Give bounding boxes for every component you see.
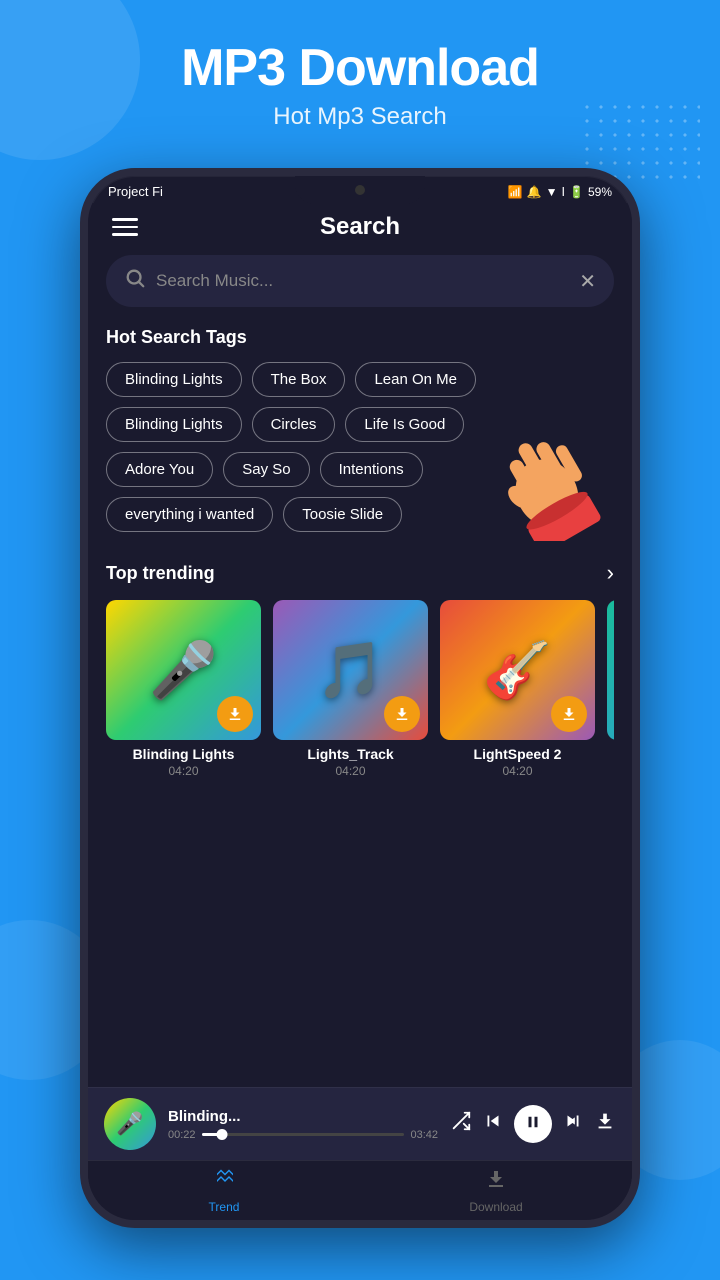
progress-dot	[216, 1129, 227, 1140]
next-button[interactable]	[562, 1110, 584, 1138]
download-label: Download	[469, 1200, 522, 1207]
now-playing-progress-row: 00:22 03:42	[168, 1129, 438, 1141]
hand-pointer	[472, 411, 602, 541]
trending-more-button[interactable]: ›	[607, 560, 614, 586]
hamburger-line-1	[112, 218, 138, 221]
card-duration-1: 04:20	[106, 764, 261, 778]
card-thumb-2: 🎵	[273, 600, 428, 740]
play-pause-button[interactable]	[514, 1105, 552, 1143]
now-playing-title: Blinding...	[168, 1108, 438, 1125]
tag-the-box[interactable]: The Box	[252, 362, 346, 397]
card-thumb-3: 🎸	[440, 600, 595, 740]
previous-button[interactable]	[482, 1110, 504, 1138]
tag-everything-i-wanted[interactable]: everything i wanted	[106, 497, 273, 532]
vibrate-icon: 🔔	[527, 185, 542, 199]
app-subtitle: Hot Mp3 Search	[30, 103, 690, 131]
search-clear-button[interactable]: ✕	[579, 269, 596, 294]
progress-bar[interactable]	[202, 1133, 405, 1136]
battery-percent: 59%	[588, 185, 612, 199]
tag-life-is-good[interactable]: Life Is Good	[345, 407, 464, 442]
card-thumb-4: 🎹	[607, 600, 614, 740]
thumb-figure-1: 🎤	[149, 638, 217, 703]
tag-blinding-lights-2[interactable]: Blinding Lights	[106, 407, 242, 442]
trending-card-3[interactable]: 🎸 LightSpeed 2 04:20	[440, 600, 595, 778]
top-bar: Search	[88, 203, 632, 255]
card-download-btn-3[interactable]	[551, 696, 587, 732]
trending-cards: 🎤 Blinding Lights 04:20 🎵	[106, 600, 614, 778]
hamburger-line-3	[112, 233, 138, 236]
card-name-3: LightSpeed 2	[440, 746, 595, 762]
trending-section: Top trending › 🎤 Blinding Lights 04	[88, 542, 632, 788]
trending-card-1[interactable]: 🎤 Blinding Lights 04:20	[106, 600, 261, 778]
now-playing-current-time: 00:22	[168, 1129, 196, 1141]
trend-label: Trend	[209, 1200, 240, 1207]
search-placeholder[interactable]: Search Music...	[156, 271, 569, 291]
signal-icon: Ⅰ	[561, 185, 565, 199]
app-content: Search Search Music... ✕	[88, 203, 632, 1207]
tag-toosie-slide[interactable]: Toosie Slide	[283, 497, 402, 532]
tags-section-title: Hot Search Tags	[106, 327, 614, 348]
bluetooth-icon: 📶	[508, 185, 523, 199]
card-download-btn-2[interactable]	[384, 696, 420, 732]
tags-row-1: Blinding Lights The Box Lean On Me	[106, 362, 614, 397]
card-name-1: Blinding Lights	[106, 746, 261, 762]
pause-icon	[524, 1113, 542, 1136]
thumb-figure-2: 🎵	[316, 638, 384, 703]
wifi-icon: ▼	[546, 185, 558, 199]
menu-button[interactable]	[112, 218, 138, 236]
card-thumb-1: 🎤	[106, 600, 261, 740]
mini-download-button[interactable]	[594, 1110, 616, 1138]
card-duration-3: 04:20	[440, 764, 595, 778]
nav-item-trend[interactable]: Trend	[88, 1161, 360, 1207]
bottom-nav: Trend Download	[88, 1160, 632, 1207]
search-bar[interactable]: Search Music... ✕	[106, 255, 614, 307]
trending-card-4[interactable]: 🎹 Li... 04:20	[607, 600, 614, 778]
tag-intentions[interactable]: Intentions	[320, 452, 423, 487]
now-playing-bar: 🎤 Blinding... 00:22 03:42	[88, 1087, 632, 1160]
now-playing-controls	[450, 1105, 616, 1143]
camera-dot	[355, 185, 365, 195]
download-nav-icon	[484, 1167, 508, 1197]
card-name-4: Li...	[607, 746, 614, 762]
card-duration-4: 04:20	[607, 764, 614, 778]
now-playing-total-time: 03:42	[410, 1129, 438, 1141]
card-duration-2: 04:20	[273, 764, 428, 778]
shuffle-button[interactable]	[450, 1110, 472, 1138]
nav-item-download[interactable]: Download	[360, 1161, 632, 1207]
phone-mockup: Project Fi 📶 🔔 ▼ Ⅰ 🔋 59% Search	[80, 168, 640, 1228]
header-area: MP3 Download Hot Mp3 Search	[0, 0, 720, 151]
tag-blinding-lights-1[interactable]: Blinding Lights	[106, 362, 242, 397]
phone-notch	[295, 176, 425, 204]
status-icons: 📶 🔔 ▼ Ⅰ 🔋 59%	[508, 185, 612, 199]
card-download-btn-1[interactable]	[217, 696, 253, 732]
tag-circles[interactable]: Circles	[252, 407, 336, 442]
search-icon	[124, 267, 146, 295]
tag-lean-on-me[interactable]: Lean On Me	[355, 362, 476, 397]
thumb-bg-4: 🎹	[607, 600, 614, 740]
thumb-figure-3: 🎸	[483, 638, 551, 703]
page-title: Search	[320, 213, 400, 241]
battery-icon: 🔋	[569, 185, 584, 199]
trending-header: Top trending ›	[106, 560, 614, 586]
app-title: MP3 Download	[30, 40, 690, 97]
hamburger-line-2	[112, 226, 138, 229]
trend-icon	[212, 1167, 236, 1197]
trending-card-2[interactable]: 🎵 Lights_Track 04:20	[273, 600, 428, 778]
trending-title: Top trending	[106, 563, 215, 584]
card-name-2: Lights_Track	[273, 746, 428, 762]
now-playing-thumbnail: 🎤	[104, 1098, 156, 1150]
now-playing-info: Blinding... 00:22 03:42	[168, 1108, 438, 1141]
tag-adore-you[interactable]: Adore You	[106, 452, 213, 487]
tag-say-so[interactable]: Say So	[223, 452, 309, 487]
carrier-label: Project Fi	[108, 184, 163, 199]
